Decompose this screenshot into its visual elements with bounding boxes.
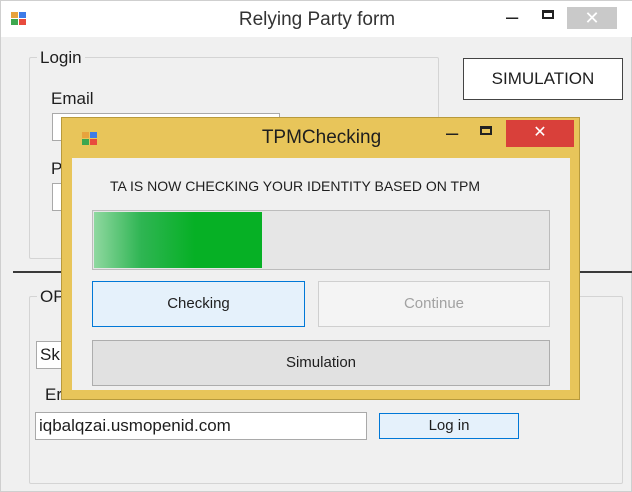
dialog-maximize-button[interactable] [480,126,492,135]
tpm-progress-bar [92,210,550,270]
dialog-client-area: TA IS NOW CHECKING YOUR IDENTITY BASED O… [72,158,570,390]
tpm-checking-dialog: TPMChecking – ✕ TA IS NOW CHECKING YOUR … [61,117,580,400]
progress-fill [94,212,262,268]
simulation-button[interactable]: SIMULATION [463,58,623,100]
main-minimize-button[interactable]: – [506,6,518,28]
dialog-message: TA IS NOW CHECKING YOUR IDENTITY BASED O… [110,178,481,194]
main-title-bar[interactable]: Relying Party form – ✕ [1,1,632,37]
log-in-button[interactable]: Log in [379,413,519,439]
continue-button[interactable]: Continue [318,281,550,327]
openid-email-input[interactable]: iqbalqzai.usmopenid.com [35,412,367,440]
dialog-simulation-button[interactable]: Simulation [92,340,550,386]
main-close-button[interactable]: ✕ [567,7,617,29]
main-window-title: Relying Party form [238,9,396,30]
dialog-minimize-button[interactable]: – [446,122,458,144]
email-label: Email [51,89,94,108]
dialog-close-button[interactable]: ✕ [506,120,574,147]
main-maximize-button[interactable] [542,10,554,19]
openid-email-label: Er [45,385,62,404]
checking-button[interactable]: Checking [92,281,305,327]
login-group-title: Login [37,48,85,68]
dialog-title: TPMChecking [261,127,382,148]
